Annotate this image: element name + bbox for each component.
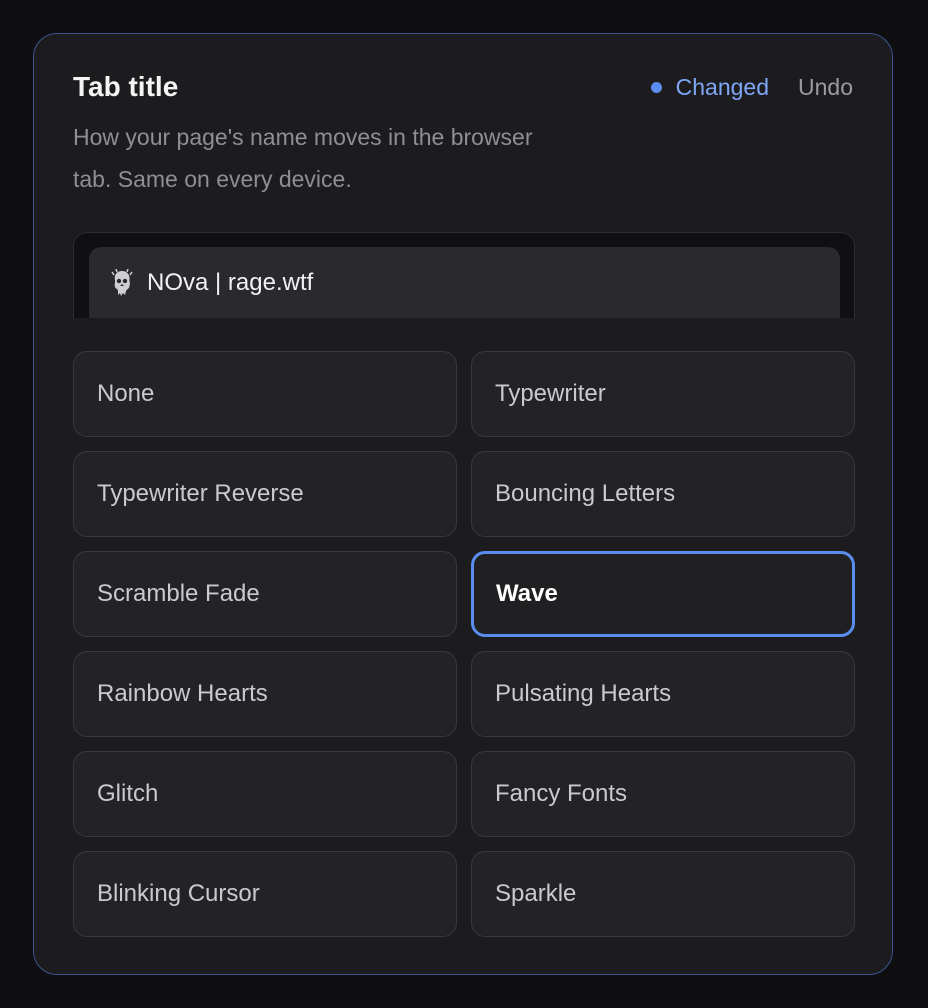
option-typewriter[interactable]: Typewriter — [471, 351, 855, 437]
option-glitch[interactable]: Glitch — [73, 751, 457, 837]
browser-tab-preview: NOva | rage.wtf — [73, 232, 855, 318]
changed-status-label: Changed — [675, 73, 770, 100]
option-bouncing-letters[interactable]: Bouncing Letters — [471, 451, 855, 537]
option-none[interactable]: None — [73, 351, 457, 437]
dot-icon — [650, 81, 662, 93]
card-title: Tab title — [73, 71, 179, 102]
tab-title-settings-card: Tab title Changed Undo How your page's n… — [33, 33, 893, 975]
option-pulsating-hearts[interactable]: Pulsating Hearts — [471, 651, 855, 737]
option-wave[interactable]: Wave — [471, 551, 855, 637]
option-rainbow-hearts[interactable]: Rainbow Hearts — [73, 651, 457, 737]
card-description: How your page's name moves in the browse… — [73, 124, 533, 192]
undo-button[interactable]: Undo — [798, 74, 853, 101]
card-header: Tab title Changed Undo — [73, 70, 853, 110]
skull-favicon-icon — [111, 269, 133, 296]
animation-options-grid: None Typewriter Typewriter Reverse Bounc… — [73, 351, 855, 937]
option-blinking-cursor[interactable]: Blinking Cursor — [73, 851, 457, 937]
option-scramble-fade[interactable]: Scramble Fade — [73, 551, 457, 637]
browser-tab: NOva | rage.wtf — [89, 247, 840, 318]
option-typewriter-reverse[interactable]: Typewriter Reverse — [73, 451, 457, 537]
option-fancy-fonts[interactable]: Fancy Fonts — [471, 751, 855, 837]
tab-title-text: NOva | rage.wtf — [147, 269, 314, 296]
option-sparkle[interactable]: Sparkle — [471, 851, 855, 937]
status-area: Changed Undo — [650, 70, 853, 104]
